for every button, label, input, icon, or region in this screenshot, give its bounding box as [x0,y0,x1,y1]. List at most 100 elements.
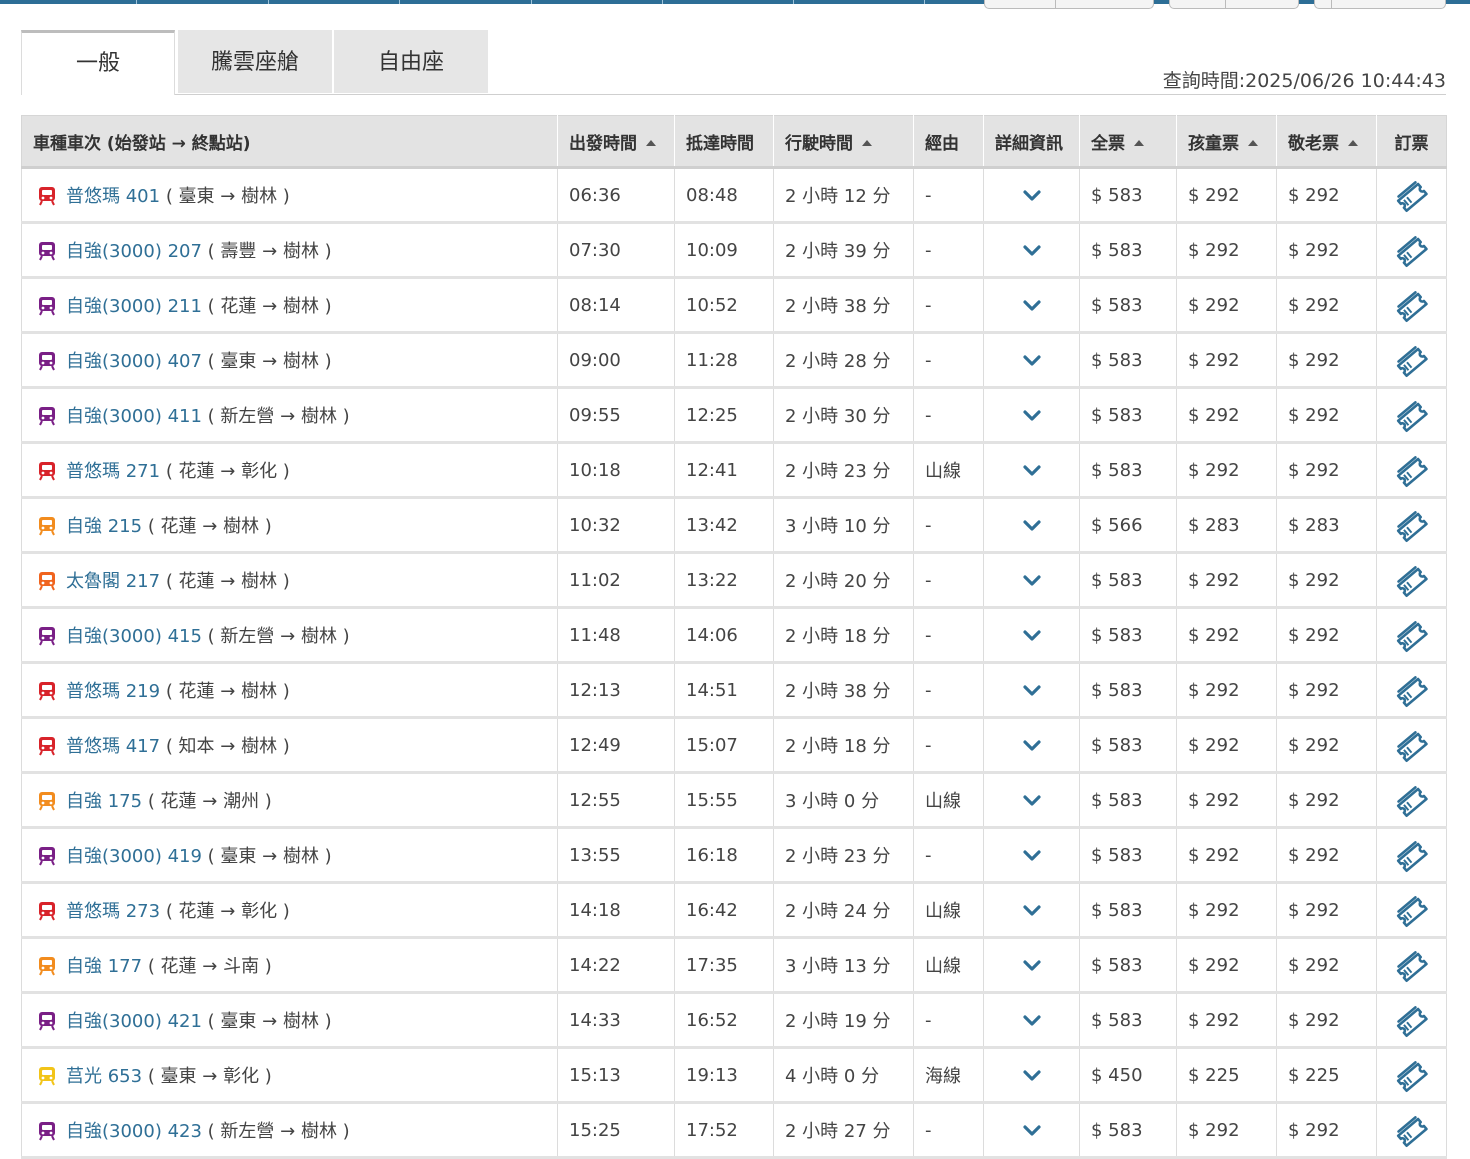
book-ticket-button[interactable] [1376,1102,1447,1159]
ticket-icon[interactable] [1395,235,1429,269]
book-ticket-button[interactable] [1376,277,1447,334]
book-ticket-button[interactable] [1376,497,1447,554]
sort-asc-icon[interactable] [1348,139,1358,146]
details-toggle[interactable] [983,882,1080,939]
col-header-duration[interactable]: 行駛時間 [773,115,914,169]
book-ticket-button[interactable] [1376,772,1447,829]
train-number-link[interactable]: 自強 177 [66,956,142,977]
top-button[interactable] [1314,0,1446,9]
book-ticket-button[interactable] [1376,827,1447,884]
chevron-down-icon[interactable] [1022,794,1041,807]
details-toggle[interactable] [983,1047,1080,1104]
ticket-icon[interactable] [1395,180,1429,214]
book-ticket-button[interactable] [1376,937,1447,994]
chevron-down-icon[interactable] [1022,739,1041,752]
ticket-icon[interactable] [1395,1005,1429,1039]
chevron-down-icon[interactable] [1022,959,1041,972]
book-ticket-button[interactable] [1376,387,1447,444]
details-toggle[interactable] [983,662,1080,719]
details-toggle[interactable] [983,387,1080,444]
book-ticket-button[interactable] [1376,992,1447,1049]
col-header-child-fare[interactable]: 孩童票 [1176,115,1277,169]
ticket-icon[interactable] [1395,345,1429,379]
ticket-icon[interactable] [1395,950,1429,984]
book-ticket-button[interactable] [1376,882,1447,939]
details-toggle[interactable] [983,222,1080,279]
train-number-link[interactable]: 自強(3000) 211 [66,296,202,317]
details-toggle[interactable] [983,442,1080,499]
train-number-link[interactable]: 自強(3000) 419 [66,846,202,867]
sort-asc-icon[interactable] [1134,139,1144,146]
details-toggle[interactable] [983,937,1080,994]
tab-free-seating[interactable]: 自由座 [334,30,488,93]
book-ticket-button[interactable] [1376,1047,1447,1104]
ticket-icon[interactable] [1395,895,1429,929]
book-ticket-button[interactable] [1376,717,1447,774]
details-toggle[interactable] [983,332,1080,389]
ticket-icon[interactable] [1395,565,1429,599]
chevron-down-icon[interactable] [1022,519,1041,532]
details-toggle[interactable] [983,1102,1080,1159]
col-header-departure[interactable]: 出發時間 [557,115,675,169]
sort-asc-icon[interactable] [862,139,872,146]
details-toggle[interactable] [983,992,1080,1049]
ticket-icon[interactable] [1395,455,1429,489]
ticket-icon[interactable] [1395,730,1429,764]
chevron-down-icon[interactable] [1022,464,1041,477]
ticket-icon[interactable] [1395,1115,1429,1149]
ticket-icon[interactable] [1395,840,1429,874]
train-number-link[interactable]: 自強(3000) 421 [66,1011,202,1032]
train-number-link[interactable]: 自強(3000) 415 [66,626,202,647]
train-number-link[interactable]: 太魯閣 217 [66,571,160,592]
train-number-link[interactable]: 自強(3000) 207 [66,241,202,262]
book-ticket-button[interactable] [1376,222,1447,279]
col-header-senior-fare[interactable]: 敬老票 [1276,115,1377,169]
book-ticket-button[interactable] [1376,442,1447,499]
train-number-link[interactable]: 自強(3000) 407 [66,351,202,372]
top-button[interactable] [1169,0,1299,9]
details-toggle[interactable] [983,772,1080,829]
chevron-down-icon[interactable] [1022,849,1041,862]
book-ticket-button[interactable] [1376,607,1447,664]
book-ticket-button[interactable] [1376,332,1447,389]
train-number-link[interactable]: 普悠瑪 417 [66,736,160,757]
ticket-icon[interactable] [1395,510,1429,544]
book-ticket-button[interactable] [1376,552,1447,609]
ticket-icon[interactable] [1395,785,1429,819]
chevron-down-icon[interactable] [1022,189,1041,202]
tab-premium-cabin[interactable]: 騰雲座艙 [178,30,332,93]
chevron-down-icon[interactable] [1022,904,1041,917]
chevron-down-icon[interactable] [1022,1069,1041,1082]
book-ticket-button[interactable] [1376,167,1447,224]
top-button-group[interactable] [984,0,1154,9]
details-toggle[interactable] [983,607,1080,664]
train-number-link[interactable]: 普悠瑪 271 [66,461,160,482]
chevron-down-icon[interactable] [1022,354,1041,367]
tab-general[interactable]: 一般 [21,30,175,95]
train-number-link[interactable]: 普悠瑪 273 [66,901,160,922]
details-toggle[interactable] [983,277,1080,334]
chevron-down-icon[interactable] [1022,1124,1041,1137]
details-toggle[interactable] [983,717,1080,774]
chevron-down-icon[interactable] [1022,1014,1041,1027]
train-number-link[interactable]: 自強 175 [66,791,142,812]
chevron-down-icon[interactable] [1022,244,1041,257]
chevron-down-icon[interactable] [1022,409,1041,422]
train-number-link[interactable]: 普悠瑪 401 [66,186,160,207]
ticket-icon[interactable] [1395,290,1429,324]
chevron-down-icon[interactable] [1022,574,1041,587]
chevron-down-icon[interactable] [1022,684,1041,697]
details-toggle[interactable] [983,167,1080,224]
train-number-link[interactable]: 自強(3000) 423 [66,1121,202,1142]
train-number-link[interactable]: 自強(3000) 411 [66,406,202,427]
train-number-link[interactable]: 自強 215 [66,516,142,537]
details-toggle[interactable] [983,497,1080,554]
sort-asc-icon[interactable] [646,139,656,146]
sort-asc-icon[interactable] [1248,139,1258,146]
ticket-icon[interactable] [1395,400,1429,434]
book-ticket-button[interactable] [1376,662,1447,719]
ticket-icon[interactable] [1395,620,1429,654]
ticket-icon[interactable] [1395,1060,1429,1094]
details-toggle[interactable] [983,827,1080,884]
chevron-down-icon[interactable] [1022,299,1041,312]
